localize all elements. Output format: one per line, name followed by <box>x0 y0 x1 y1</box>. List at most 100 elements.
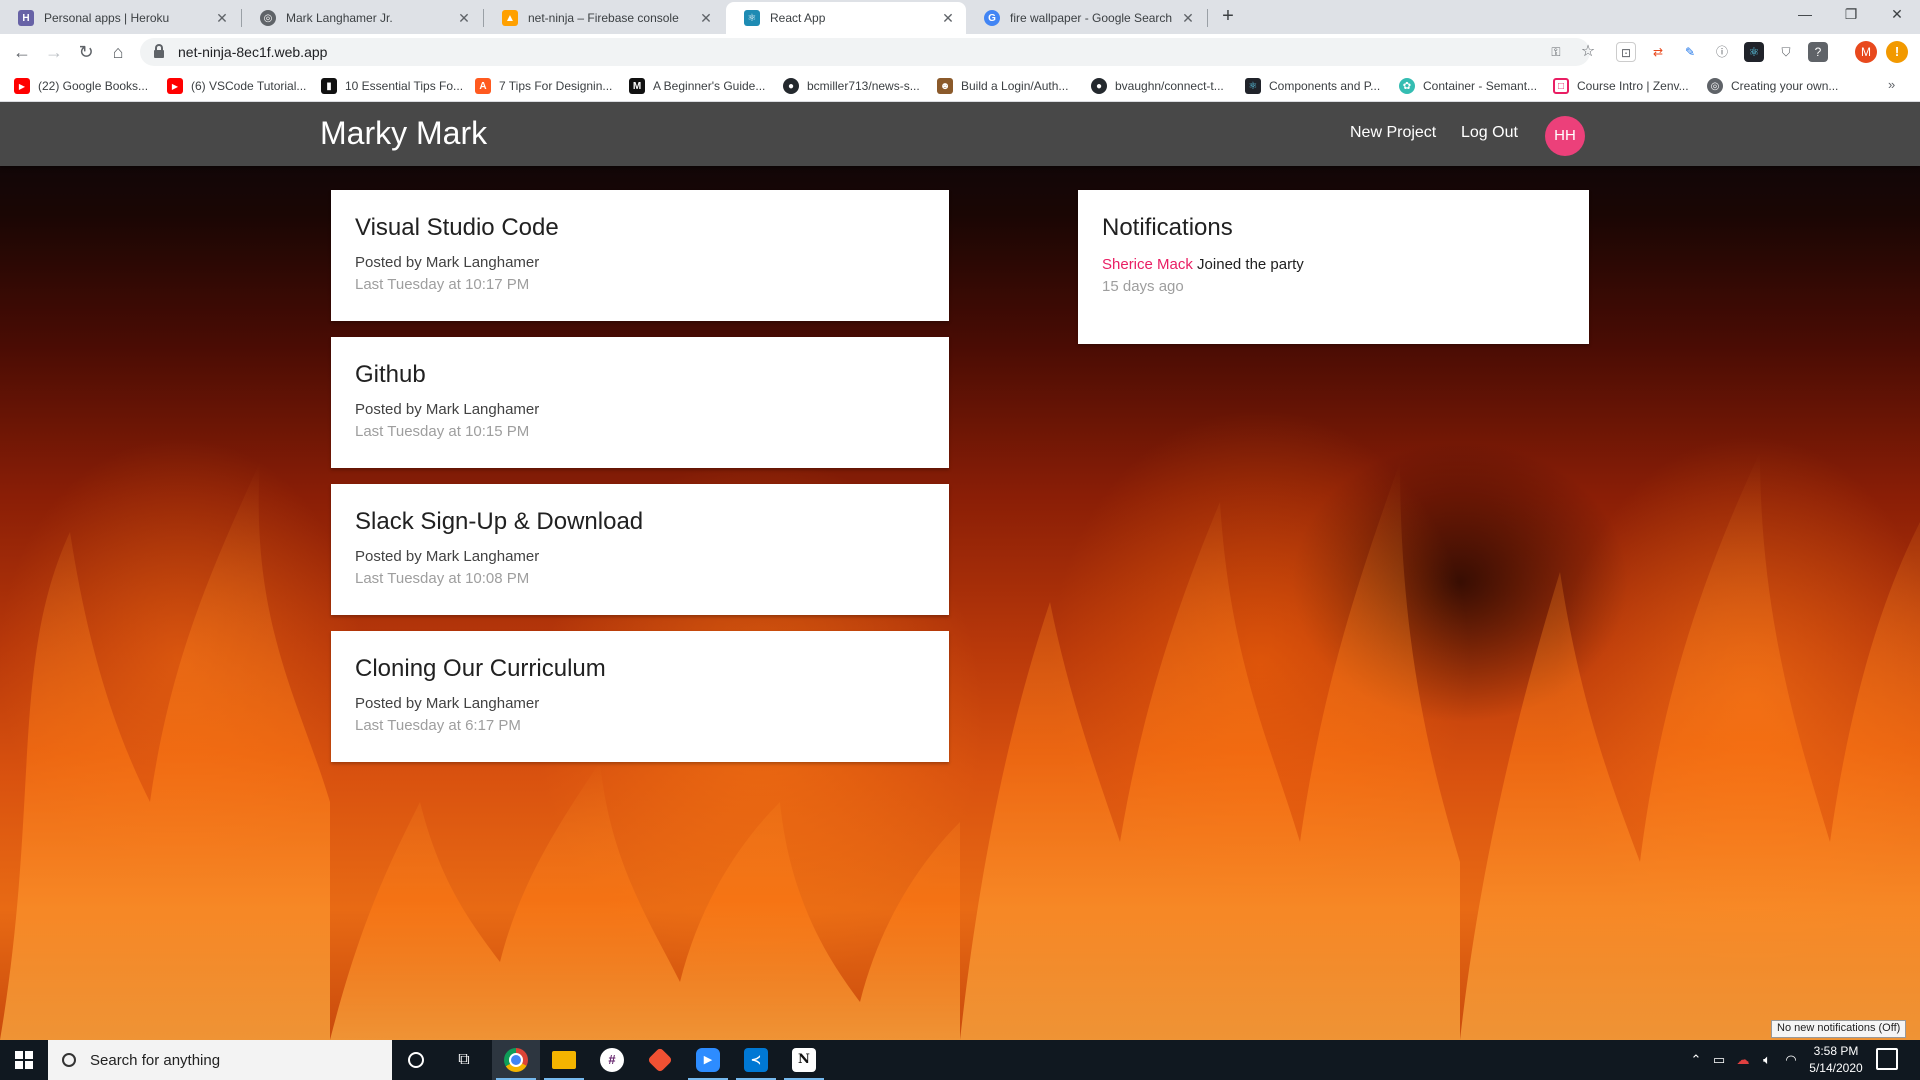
bookmark-item[interactable]: ✿ Container - Semant... <box>1399 77 1537 95</box>
windows-taskbar: Search for anything ⧉ # ▶ ≺ N ⌃ ▭ ☁ 🔈︎ ◠… <box>0 1040 1920 1080</box>
project-author: Posted by Mark Langhamer <box>355 401 540 418</box>
taskbar-search[interactable]: Search for anything <box>48 1040 392 1080</box>
tab-firebase[interactable]: ▲ net-ninja – Firebase console ✕ <box>484 2 724 34</box>
notification-toast: No new notifications (Off) <box>1771 1020 1907 1038</box>
bookmark-item[interactable]: M A Beginner's Guide... <box>629 77 765 95</box>
new-project-link[interactable]: New Project <box>1350 124 1436 142</box>
chrome-icon[interactable] <box>492 1040 540 1080</box>
home-button[interactable]: ⌂ <box>106 40 130 64</box>
close-icon[interactable]: ✕ <box>214 10 230 27</box>
battery-icon[interactable]: ▭ <box>1708 1040 1730 1080</box>
tab-title: Mark Langhamer Jr. <box>286 11 393 25</box>
youtube-icon: ▶ <box>167 78 183 94</box>
project-card[interactable]: Github Posted by Mark Langhamer Last Tue… <box>331 337 949 468</box>
project-card[interactable]: Visual Studio Code Posted by Mark Langha… <box>331 190 949 321</box>
search-icon <box>62 1053 76 1067</box>
github-icon: ● <box>1091 78 1107 94</box>
bookmark-item[interactable]: ▶ (22) Google Books... <box>14 77 148 95</box>
onedrive-icon[interactable]: ☁ <box>1732 1040 1754 1080</box>
notification-item: Sherice Mack Joined the party <box>1102 254 1565 276</box>
restore-button[interactable]: ❐ <box>1828 0 1874 30</box>
bookmark-item[interactable]: ☻ Build a Login/Auth... <box>937 77 1068 95</box>
address-bar[interactable]: net-ninja-8ec1f.web.app <box>140 38 1590 66</box>
tab-title: fire wallpaper - Google Search <box>1010 11 1173 25</box>
back-button[interactable]: ← <box>10 40 34 64</box>
bookmark-label: bvaughn/connect-t... <box>1115 79 1224 93</box>
tab-google-search[interactable]: G fire wallpaper - Google Search ✕ <box>966 2 1206 34</box>
clock-date: 5/14/2020 <box>1809 1061 1863 1075</box>
medium-icon: M <box>629 78 645 94</box>
volume-icon[interactable]: 🔈︎ <box>1756 1040 1778 1080</box>
page-viewport: Marky Mark New Project Log Out HH Visual… <box>0 102 1920 1040</box>
star-icon[interactable]: ☆ <box>1578 42 1598 62</box>
firebase-icon: ▲ <box>502 10 518 26</box>
site-icon: ▮ <box>321 78 337 94</box>
url-text[interactable]: net-ninja-8ec1f.web.app <box>178 44 327 60</box>
extension-icon[interactable]: ⇄ <box>1648 42 1668 62</box>
system-clock[interactable]: 3:58 PM 5/14/2020 <box>1800 1043 1872 1077</box>
close-window-button[interactable]: ✕ <box>1874 0 1920 30</box>
cortana-icon[interactable] <box>392 1040 440 1080</box>
minimize-button[interactable]: — <box>1782 0 1828 30</box>
site-a-icon: A <box>475 78 491 94</box>
clock-time: 3:58 PM <box>1813 1044 1859 1058</box>
pocket-icon[interactable]: ⛉ <box>1776 42 1796 62</box>
bookmark-item[interactable]: ● bcmiller713/news-s... <box>783 77 920 95</box>
help-icon[interactable]: ? <box>1808 42 1828 62</box>
project-card[interactable]: Slack Sign-Up & Download Posted by Mark … <box>331 484 949 615</box>
tab-mark-langhamer[interactable]: ◎ Mark Langhamer Jr. ✕ <box>242 2 482 34</box>
bookmark-item[interactable]: ▮ 10 Essential Tips Fo... <box>321 77 463 95</box>
project-card[interactable]: Cloning Our Curriculum Posted by Mark La… <box>331 631 949 762</box>
close-icon[interactable]: ✕ <box>940 10 956 27</box>
heroku-icon: H <box>18 10 34 26</box>
react-devtools-icon[interactable]: ⚛ <box>1744 42 1764 62</box>
bookmark-item[interactable]: □ Course Intro | Zenv... <box>1553 77 1689 95</box>
vscode-icon[interactable]: ≺ <box>732 1040 780 1080</box>
bookmark-item[interactable]: ⚛ Components and P... <box>1245 77 1380 95</box>
action-center-icon[interactable] <box>1876 1048 1898 1070</box>
show-hidden-icons[interactable]: ⌃ <box>1686 1040 1706 1080</box>
file-explorer-icon[interactable] <box>540 1040 588 1080</box>
profile-avatar[interactable]: M <box>1855 41 1877 63</box>
update-warning-icon[interactable]: ! <box>1886 41 1908 63</box>
user-avatar[interactable]: HH <box>1545 116 1585 156</box>
brand-logo[interactable]: Marky Mark <box>320 115 487 152</box>
windows-icon <box>15 1051 33 1069</box>
globe-icon: ◎ <box>260 10 276 26</box>
close-icon[interactable]: ✕ <box>456 10 472 27</box>
bookmark-item[interactable]: ▶ (6) VSCode Tutorial... <box>167 77 306 95</box>
slack-icon[interactable]: # <box>588 1040 636 1080</box>
task-view-icon[interactable]: ⧉ <box>440 1040 488 1080</box>
notion-icon[interactable]: N <box>780 1040 828 1080</box>
bookmark-label: Build a Login/Auth... <box>961 79 1069 93</box>
bookmark-item[interactable]: ● bvaughn/connect-t... <box>1091 77 1224 95</box>
key-icon[interactable]: ⚿ <box>1546 42 1566 62</box>
bookmark-label: 7 Tips For Designin... <box>499 79 613 93</box>
zenva-icon: □ <box>1553 78 1569 94</box>
project-date: Last Tuesday at 10:08 PM <box>355 570 530 587</box>
close-icon[interactable]: ✕ <box>698 10 714 27</box>
notifications-title: Notifications <box>1102 214 1233 241</box>
eyedropper-icon[interactable]: ✎ <box>1680 42 1700 62</box>
close-icon[interactable]: ✕ <box>1180 10 1196 27</box>
extension-icon[interactable]: ⊡ <box>1616 42 1636 62</box>
tab-heroku[interactable]: H Personal apps | Heroku ✕ <box>0 2 240 34</box>
start-button[interactable] <box>0 1040 48 1080</box>
project-date: Last Tuesday at 10:17 PM <box>355 276 530 293</box>
bookmark-label: bcmiller713/news-s... <box>807 79 920 93</box>
forward-button[interactable]: → <box>42 40 66 64</box>
git-icon[interactable] <box>636 1040 684 1080</box>
browser-toolbar: ← → ↻ ⌂ net-ninja-8ec1f.web.app ⚿ ☆ ⊡ ⇄ … <box>0 34 1920 70</box>
new-tab-button[interactable]: + <box>1216 5 1240 29</box>
bookmark-item[interactable]: A 7 Tips For Designin... <box>475 77 612 95</box>
wifi-icon[interactable]: ◠ <box>1780 1040 1802 1080</box>
fire-background <box>0 452 1920 1040</box>
bookmarks-overflow-button[interactable]: » <box>1888 77 1895 92</box>
log-out-link[interactable]: Log Out <box>1461 124 1518 142</box>
github-icon: ● <box>783 78 799 94</box>
bookmark-item[interactable]: ◎ Creating your own... <box>1707 77 1838 95</box>
reload-button[interactable]: ↻ <box>74 40 98 64</box>
tab-react-app[interactable]: ⚛ React App ✕ <box>726 2 966 34</box>
zoom-icon[interactable]: ▶ <box>684 1040 732 1080</box>
extension-icon[interactable]: ⓘ <box>1712 42 1732 62</box>
